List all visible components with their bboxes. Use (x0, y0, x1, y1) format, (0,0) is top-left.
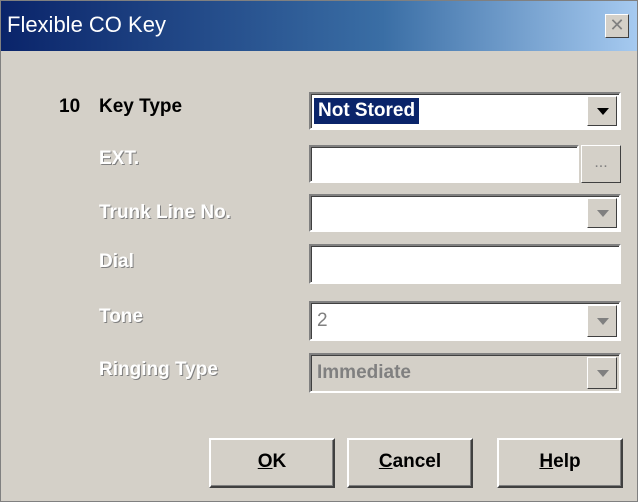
ellipsis-icon: ... (594, 154, 608, 171)
help-label: elp (553, 451, 581, 472)
tone-select[interactable]: 2 (309, 301, 621, 341)
cancel-button[interactable]: Cancel (347, 438, 473, 488)
title-bar[interactable]: Flexible CO Key ✕ (1, 1, 637, 51)
key-index: 10 (59, 96, 81, 117)
close-icon: ✕ (609, 15, 625, 35)
ringing-type-label: Ringing Type (99, 359, 218, 380)
trunk-line-label: Trunk Line No. (99, 202, 231, 223)
trunk-line-select[interactable] (309, 194, 621, 232)
ringing-type-select[interactable]: Immediate (309, 353, 621, 393)
ext-input[interactable] (309, 145, 579, 183)
ringing-type-dropdown-button[interactable] (587, 357, 617, 389)
ok-button[interactable]: OK (209, 438, 335, 488)
flexible-co-key-dialog: Flexible CO Key ✕ 10 Key Type Not Stored… (0, 0, 638, 502)
help-accel: H (539, 451, 554, 472)
ringing-type-value: Immediate (317, 362, 411, 383)
dropdown-arrow-icon (597, 370, 609, 377)
dropdown-arrow-icon (597, 318, 609, 325)
tone-value: 2 (317, 310, 328, 331)
tone-label: Tone (99, 306, 143, 327)
ok-accel: O (257, 451, 273, 472)
dropdown-arrow-icon (597, 108, 609, 115)
cancel-label: ancel (392, 451, 442, 472)
dial-label: Dial (99, 251, 134, 272)
key-type-select[interactable]: Not Stored (309, 92, 621, 130)
help-button[interactable]: Help (497, 438, 623, 488)
dial-input[interactable] (309, 244, 621, 284)
cancel-accel: C (378, 451, 393, 472)
tone-dropdown-button[interactable] (587, 305, 617, 337)
key-type-value: Not Stored (312, 97, 421, 125)
dropdown-arrow-icon (597, 210, 609, 217)
ext-label: EXT. (99, 148, 140, 169)
trunk-line-dropdown-button[interactable] (587, 198, 617, 228)
close-button[interactable]: ✕ (605, 14, 629, 38)
key-type-label: Key Type (99, 96, 183, 117)
ok-label: K (272, 451, 287, 472)
window-title: Flexible CO Key (7, 12, 166, 37)
ext-browse-button[interactable]: ... (581, 145, 621, 183)
key-type-dropdown-button[interactable] (587, 96, 617, 126)
